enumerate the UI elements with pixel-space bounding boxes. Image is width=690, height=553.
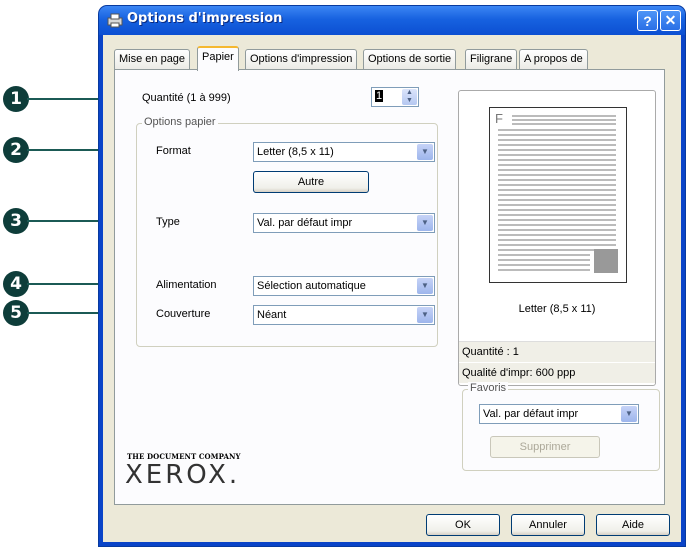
format-label: Format xyxy=(156,145,191,157)
help-button[interactable]: Aide xyxy=(596,514,670,536)
delete-favorite-button[interactable]: Supprimer xyxy=(490,436,600,458)
quantity-value: 1 xyxy=(375,90,384,102)
chevron-down-icon[interactable]: ▼ xyxy=(417,144,433,160)
favorites-title: Favoris xyxy=(468,382,509,394)
print-options-window: Options d'impression ? ✕ Mise en page Pa… xyxy=(99,6,685,546)
format-value: Letter (8,5 x 11) xyxy=(257,146,334,158)
cancel-button[interactable]: Annuler xyxy=(511,514,585,536)
type-label: Type xyxy=(156,216,180,228)
tab-options-sortie[interactable]: Options de sortie xyxy=(363,49,457,69)
chevron-down-icon[interactable]: ▼ xyxy=(417,278,433,294)
text-lines-icon xyxy=(498,115,618,273)
cover-value: Néant xyxy=(257,309,287,321)
page-thumbnail: F xyxy=(489,107,627,283)
printer-icon xyxy=(107,13,123,28)
type-select[interactable]: Val. par défaut impr ▼ xyxy=(253,213,435,233)
callout-number: 4 xyxy=(3,271,29,297)
favorites-group xyxy=(462,389,660,471)
favorites-value: Val. par défaut impr xyxy=(483,408,579,420)
callout-number: 1 xyxy=(3,86,29,112)
other-size-button[interactable]: Autre xyxy=(253,171,369,193)
chevron-down-icon[interactable]: ▼ xyxy=(417,215,433,231)
tab-a-propos[interactable]: A propos de xyxy=(519,49,588,69)
paper-preview: F Letter (8,5 x 11) Quantité: 1 Qualité… xyxy=(458,90,656,386)
tab-filigrane[interactable]: Filigrane xyxy=(465,49,518,69)
spin-arrows-icon[interactable]: ▲ ▼ xyxy=(402,89,417,105)
xerox-logo: XEROX. xyxy=(125,460,241,490)
tab-mise-en-page[interactable]: Mise en page xyxy=(114,49,191,69)
chevron-down-icon[interactable]: ▼ xyxy=(417,307,433,323)
preview-caption: Letter (8,5 x 11) xyxy=(518,303,596,315)
papier-tab-panel: Quantité (1 à 999) 1 ▲ ▼ Options papier F… xyxy=(114,69,665,505)
tab-options-impression[interactable]: Options d'impression xyxy=(245,49,358,69)
ok-button[interactable]: OK xyxy=(426,514,500,536)
dialog-body: Mise en page Papier Options d'impression… xyxy=(103,35,681,542)
tab-papier[interactable]: Papier xyxy=(197,46,239,71)
quantity-info: Quantité : 1 xyxy=(459,341,655,362)
window-title: Options d'impression xyxy=(127,11,283,26)
callout-number: 5 xyxy=(3,300,29,326)
quantity-label: Quantité (1 à 999) xyxy=(142,92,231,104)
cover-label: Couverture xyxy=(156,308,211,320)
format-select[interactable]: Letter (8,5 x 11) ▼ xyxy=(253,142,435,162)
source-select[interactable]: Sélection automatique ▼ xyxy=(253,276,435,296)
paper-options-title: Options papier xyxy=(142,116,218,128)
title-bar[interactable]: Options d'impression ? ✕ xyxy=(99,6,685,35)
chevron-down-icon[interactable]: ▼ xyxy=(621,406,637,422)
help-title-button[interactable]: ? xyxy=(637,10,658,31)
callout-number: 3 xyxy=(3,208,29,234)
callout-number: 2 xyxy=(3,137,29,163)
source-value: Sélection automatique xyxy=(257,280,366,292)
close-button[interactable]: ✕ xyxy=(660,10,681,31)
favorites-select[interactable]: Val. par défaut impr ▼ xyxy=(479,404,639,424)
type-value: Val. par défaut impr xyxy=(257,217,353,229)
cover-select[interactable]: Néant ▼ xyxy=(253,305,435,325)
source-label: Alimentation xyxy=(156,279,217,291)
quantity-stepper[interactable]: 1 ▲ ▼ xyxy=(371,87,419,107)
quality-info: Qualité d'impr: 600 ppp xyxy=(459,362,655,383)
